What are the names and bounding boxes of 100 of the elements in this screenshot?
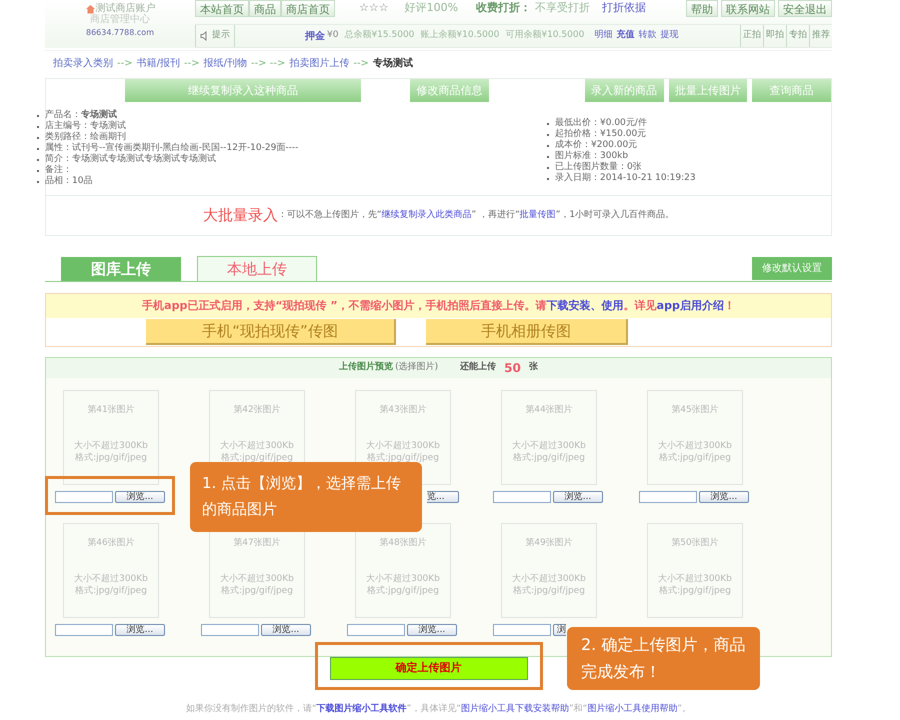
discount-label: 收费打折： [476, 0, 532, 16]
size-limit: 大小不超过300Kb [512, 440, 586, 452]
top-link[interactable]: 联系网站 [721, 0, 775, 17]
file-path-field[interactable] [201, 624, 259, 636]
instruction-callout: 2. 确定上传图片，商品完成发布！ [567, 627, 760, 690]
slot-title: 第46张图片 [87, 537, 135, 549]
info-text: 起拍价格：¥150.00元 [555, 129, 646, 140]
format-text: 格式:jpg/gif/jpeg [367, 585, 439, 597]
info-text: 图片标准：300kb [555, 151, 628, 162]
remaining-unit: 张 [528, 361, 538, 374]
discount-value: 不享受打折 [535, 0, 590, 16]
balance-text: 可用余额¥10.5000 [505, 29, 584, 42]
breadcrumb-separator: --> [184, 57, 200, 71]
shop-name: 测试商店账户 [96, 3, 156, 14]
file-path-field[interactable] [639, 491, 697, 503]
file-path-field[interactable] [493, 624, 551, 636]
bulk-link[interactable]: 继续复制录入此类商品 [382, 210, 472, 220]
size-limit: 大小不超过300Kb [658, 573, 732, 585]
phone-upload-button[interactable]: 手机相册传图 [426, 319, 628, 345]
slot-title: 第50张图片 [671, 537, 719, 549]
info-text: 简介：专场测试专场测试专场测试专场测试 [45, 154, 216, 164]
breadcrumb-link[interactable]: 拍卖图片上传 [289, 56, 350, 71]
mode-link[interactable]: 即拍 [763, 25, 786, 47]
preview-title: 上传图片预览 [339, 361, 394, 374]
format-text: 格式:jpg/gif/jpeg [513, 452, 585, 464]
info-text: 品相：10品 [45, 176, 92, 187]
file-path-field[interactable] [55, 491, 113, 503]
mode-link[interactable]: 推荐 [809, 25, 832, 47]
balance-text: 账上余额¥10.5000 [420, 29, 500, 42]
format-text: 格式:jpg/gif/jpeg [367, 452, 439, 464]
format-text: 格式:jpg/gif/jpeg [513, 585, 585, 597]
footer-link[interactable]: 下载图片缩小工具软件 [316, 704, 407, 714]
discount-rules-link[interactable]: 打折依据 [602, 0, 646, 16]
browse-button[interactable]: 浏览... [115, 491, 165, 503]
tip-button[interactable]: 提示 [195, 25, 235, 47]
browse-button[interactable]: 浏 [553, 624, 566, 636]
info-text: 成本价：¥200.00元 [555, 140, 638, 150]
browse-button[interactable]: 浏览... [553, 491, 603, 503]
balance-text: 总余额¥15.5000 [344, 29, 414, 42]
browse-button[interactable]: 浏览... [115, 624, 165, 636]
instruction-callout: 1. 点击【浏览】，选择需上传的商品图片 [190, 462, 422, 532]
info-text: 店主编号：专场测试 [45, 121, 126, 132]
notice-link[interactable]: 下载安装、使用 [546, 298, 624, 312]
info-text: 备注： [45, 165, 72, 176]
account-link[interactable]: 明细 [594, 29, 612, 43]
browse-button[interactable]: 浏览... [407, 624, 457, 636]
bulk-entry-text: ：可以不急上传图片，先“继续复制录入此类商品” ，再进行“批量传图”，1小时可录入几百件商品。 [278, 208, 674, 222]
format-text: 格式:jpg/gif/jpeg [221, 452, 293, 464]
bulk-link[interactable]: 批量传图 [520, 210, 556, 220]
shop-domain: 86634.7788.com [86, 27, 154, 38]
slot-title: 第48张图片 [379, 537, 427, 549]
remaining-count: 50 [504, 360, 521, 377]
account-link[interactable]: 转款 [638, 29, 656, 43]
rating-stars: ☆☆☆ [359, 0, 389, 16]
account-link[interactable]: 充值 [616, 29, 634, 43]
breadcrumb-link[interactable]: 书籍/报刊 [136, 56, 180, 71]
info-text: 最低出价：¥0.00元/件 [555, 118, 647, 128]
upload-tab[interactable]: 本地上传 [197, 256, 317, 281]
nav-link[interactable]: 商店首页 [281, 0, 335, 17]
file-path-field[interactable] [55, 624, 113, 636]
top-link[interactable]: 帮助 [686, 0, 718, 17]
confirm-upload-button[interactable]: 确定上传图片 [330, 657, 528, 680]
size-limit: 大小不超过300Kb [74, 440, 148, 452]
browse-button[interactable]: 览... [427, 491, 459, 503]
phone-upload-button[interactable]: 手机“现拍现传”传图 [146, 319, 396, 345]
browse-button[interactable]: 浏览... [261, 624, 311, 636]
size-limit: 大小不超过300Kb [220, 440, 294, 452]
slot-title: 第42张图片 [233, 404, 281, 416]
deposit-label: 押金 [305, 30, 325, 44]
size-limit: 大小不超过300Kb [74, 573, 148, 585]
footer-link[interactable]: 图片缩小工具使用帮助 [587, 704, 678, 714]
bulk-entry-title: 大批量录入 [202, 205, 278, 226]
size-limit: 大小不超过300Kb [366, 440, 440, 452]
notice-link[interactable]: app启用介绍 [656, 298, 724, 312]
breadcrumb-separator: --> --> [250, 57, 286, 71]
breadcrumb-link[interactable]: 报纸/刊物 [204, 56, 247, 71]
format-text: 格式:jpg/gif/jpeg [221, 585, 293, 597]
size-limit: 大小不超过300Kb [366, 573, 440, 585]
mode-link[interactable]: 正拍 [740, 25, 763, 47]
slot-title: 第45张图片 [671, 404, 719, 416]
format-text: 格式:jpg/gif/jpeg [659, 452, 731, 464]
file-path-field[interactable] [347, 624, 405, 636]
slot-title: 第47张图片 [233, 537, 281, 549]
format-text: 格式:jpg/gif/jpeg [75, 452, 147, 464]
file-path-field[interactable] [493, 491, 551, 503]
browse-button[interactable]: 浏览... [699, 491, 749, 503]
slot-title: 第41张图片 [87, 404, 135, 416]
nav-link[interactable]: 本站首页 [195, 0, 249, 17]
breadcrumb-link[interactable]: 拍卖录入类别 [53, 56, 113, 71]
footer-link[interactable]: 图片缩小工具下载安装帮助 [461, 704, 569, 714]
account-link[interactable]: 提现 [660, 29, 678, 43]
breadcrumb-separator: --> [117, 57, 133, 71]
house-icon [84, 4, 96, 14]
format-text: 格式:jpg/gif/jpeg [75, 585, 147, 597]
deposit-value: ¥0 [327, 29, 338, 42]
top-link[interactable]: 安全退出 [778, 0, 832, 17]
breadcrumb-separator: --> [353, 57, 369, 71]
remaining-label: 还能上传 [460, 361, 496, 374]
mode-link[interactable]: 专拍 [786, 25, 809, 47]
nav-link[interactable]: 商品 [249, 0, 281, 17]
